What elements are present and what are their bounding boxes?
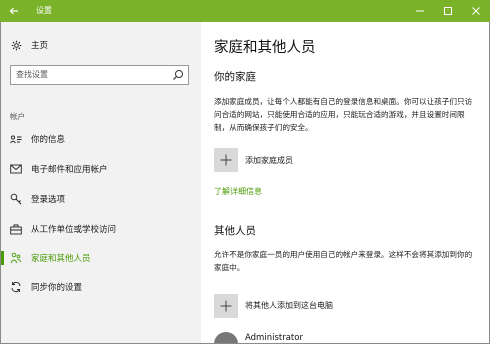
page-title: 家庭和其他人员 — [214, 40, 316, 56]
sidebar-item-label: 同步你的设置 — [31, 283, 83, 293]
maximize-icon — [444, 7, 452, 15]
family-description: 添加家庭成员，让每个人都能有自己的登录信息和桌面。你可以让孩子们只访问合适的网站… — [214, 97, 473, 132]
back-button[interactable] — [0, 0, 28, 22]
back-arrow-icon — [9, 7, 18, 15]
sidebar-item-sign-in-options[interactable]: 登录选项 — [1, 188, 201, 210]
search-placeholder: 查找设置 — [16, 70, 48, 79]
sidebar-item-label: 从工作单位或学校访问 — [31, 225, 117, 235]
sync-icon — [10, 281, 22, 293]
sidebar-item-label: 家庭和其他人员 — [31, 254, 91, 264]
sidebar: 主页 查找设置 帐户 你的信息 电子邮件和应用帐户 登录选项 从工作单位或学校访… — [1, 22, 201, 343]
sidebar-item-work-school[interactable]: 从工作单位或学校访问 — [1, 218, 201, 240]
main-content: 家庭和其他人员 你的家庭 添加家庭成员，让每个人都能有自己的登录信息和桌面。你可… — [201, 22, 489, 343]
title-bar: 设置 — [0, 0, 490, 22]
briefcase-icon — [10, 223, 22, 235]
people-icon — [10, 252, 22, 264]
gear-icon — [10, 39, 22, 51]
close-button[interactable] — [462, 0, 490, 22]
avatar[interactable] — [214, 332, 238, 343]
sidebar-item-home[interactable]: 主页 — [1, 34, 201, 56]
minimize-icon — [416, 10, 424, 12]
search-input[interactable]: 查找设置 — [10, 65, 189, 85]
search-icon — [173, 70, 183, 80]
sidebar-item-label: 电子邮件和应用帐户 — [31, 165, 108, 175]
add-family-member-button[interactable] — [214, 148, 238, 172]
sidebar-item-label: 你的信息 — [31, 135, 66, 145]
sidebar-item-label: 登录选项 — [31, 195, 66, 205]
plus-icon — [220, 154, 232, 166]
section-caption: 帐户 — [10, 112, 25, 121]
sidebar-item-email-accounts[interactable]: 电子邮件和应用帐户 — [1, 158, 201, 180]
sidebar-item-family-others[interactable]: 家庭和其他人员 — [1, 247, 201, 269]
maximize-button[interactable] — [434, 0, 462, 22]
user-name[interactable]: Administrator — [245, 333, 303, 343]
other-people-heading: 其他人员 — [214, 225, 256, 237]
active-indicator — [1, 251, 4, 265]
add-other-person-label[interactable]: 将其他人添加到这台电脑 — [245, 300, 333, 311]
other-people-description: 允许不是你家庭一员的用户使用自己的帐户来登录。这样不会将其添加到你的家庭中。 — [214, 250, 473, 272]
mail-icon — [10, 163, 22, 175]
add-family-member-label[interactable]: 添加家庭成员 — [245, 155, 293, 166]
family-heading: 你的家庭 — [214, 71, 256, 83]
sidebar-item-sync-settings[interactable]: 同步你的设置 — [1, 276, 201, 298]
close-icon — [472, 7, 480, 15]
window-title: 设置 — [36, 6, 52, 15]
plus-icon — [220, 300, 232, 312]
sidebar-item-home-label: 主页 — [31, 41, 49, 51]
learn-more-link[interactable]: 了解详细信息 — [214, 186, 262, 197]
settings-window: 主页 查找设置 帐户 你的信息 电子邮件和应用帐户 登录选项 从工作单位或学校访… — [0, 22, 490, 344]
sidebar-item-your-info[interactable]: 你的信息 — [1, 128, 201, 150]
person-card-icon — [10, 133, 22, 145]
add-other-person-button[interactable] — [214, 294, 238, 318]
minimize-button[interactable] — [406, 0, 434, 22]
key-icon — [10, 193, 22, 205]
